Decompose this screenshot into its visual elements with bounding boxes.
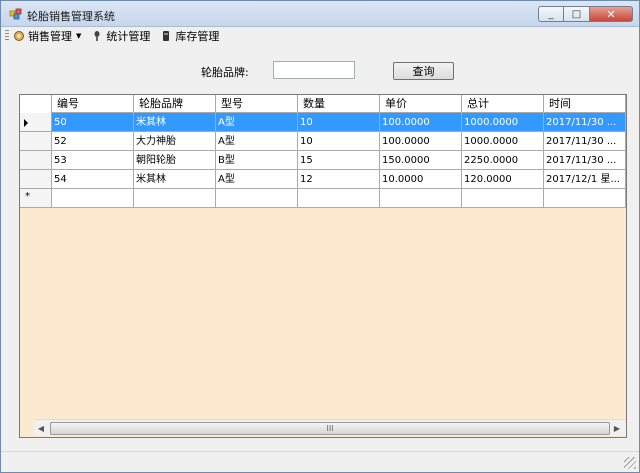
toolbar-grip-icon[interactable] <box>5 30 9 42</box>
table-cell[interactable]: 12 <box>298 170 380 189</box>
window-title: 轮胎销售管理系统 <box>27 10 115 23</box>
brand-search-input[interactable] <box>273 61 355 79</box>
table-cell[interactable]: 朝阳轮胎 <box>134 151 216 170</box>
column-header[interactable]: 轮胎品牌 <box>134 95 216 113</box>
table-cell[interactable]: 1000.0000 <box>462 113 544 132</box>
sales-data-grid[interactable]: 编号 轮胎品牌 型号 数量 单价 总计 时间 50 米其林 A型 10 100.… <box>19 94 627 438</box>
column-header[interactable]: 编号 <box>52 95 134 113</box>
row-header[interactable] <box>20 113 52 132</box>
table-cell[interactable] <box>52 189 134 208</box>
table-cell[interactable] <box>134 189 216 208</box>
table-cell[interactable]: 52 <box>52 132 134 151</box>
column-header[interactable]: 总计 <box>462 95 544 113</box>
row-header[interactable]: * <box>20 189 52 208</box>
grid-corner-header[interactable] <box>20 95 52 113</box>
minimize-icon: _ <box>548 8 554 20</box>
status-bar <box>1 451 639 472</box>
horizontal-scrollbar[interactable]: ◀ III ▶ <box>34 419 626 436</box>
table-cell[interactable]: 1000.0000 <box>462 132 544 151</box>
table-cell[interactable]: 2017/11/30 ... <box>544 151 626 170</box>
table-cell[interactable]: 100.0000 <box>380 113 462 132</box>
brand-label: 轮胎品牌: <box>201 66 249 79</box>
table-cell[interactable]: 大力神胎 <box>134 132 216 151</box>
query-button[interactable]: 查询 <box>393 62 454 80</box>
table-cell[interactable]: 10 <box>298 113 380 132</box>
table-cell[interactable]: 米其林 <box>134 170 216 189</box>
table-cell[interactable] <box>462 189 544 208</box>
menu-item-label: 库存管理 <box>175 30 220 43</box>
table-row[interactable]: 54 米其林 A型 12 10.0000 120.0000 2017/12/1 … <box>20 170 626 189</box>
app-icon <box>9 8 22 20</box>
table-row[interactable]: 53 朝阳轮胎 B型 15 150.0000 2250.0000 2017/11… <box>20 151 626 170</box>
scroll-left-icon[interactable]: ◀ <box>34 422 48 435</box>
maximize-button[interactable]: □ <box>564 6 590 22</box>
table-cell[interactable]: 50 <box>52 113 134 132</box>
new-row-icon: * <box>25 191 30 202</box>
title-bar[interactable]: 轮胎销售管理系统 _ □ ✕ <box>1 1 639 27</box>
close-icon: ✕ <box>606 7 616 21</box>
table-cell[interactable] <box>216 189 298 208</box>
table-cell[interactable]: 120.0000 <box>462 170 544 189</box>
column-header[interactable]: 型号 <box>216 95 298 113</box>
grid-header-row: 编号 轮胎品牌 型号 数量 单价 总计 时间 <box>20 95 626 113</box>
table-cell[interactable]: 54 <box>52 170 134 189</box>
table-cell[interactable]: 100.0000 <box>380 132 462 151</box>
row-header[interactable] <box>20 151 52 170</box>
menu-item-label: 统计管理 <box>106 30 151 43</box>
scrollbar-thumb[interactable]: III <box>50 422 610 435</box>
stats-icon <box>94 31 100 41</box>
inventory-icon <box>163 31 170 41</box>
current-row-icon <box>24 119 28 127</box>
table-cell[interactable]: 2250.0000 <box>462 151 544 170</box>
table-row[interactable]: 52 大力神胎 A型 10 100.0000 1000.0000 2017/11… <box>20 132 626 151</box>
resize-grip-icon[interactable] <box>624 457 636 469</box>
close-button[interactable]: ✕ <box>590 6 633 22</box>
table-cell[interactable]: A型 <box>216 132 298 151</box>
table-row[interactable]: 50 米其林 A型 10 100.0000 1000.0000 2017/11/… <box>20 113 626 132</box>
row-header[interactable] <box>20 170 52 189</box>
minimize-button[interactable]: _ <box>538 6 564 22</box>
menu-item-stats[interactable]: 统计管理 <box>91 28 150 44</box>
table-cell[interactable]: 2017/12/1 星... <box>544 170 626 189</box>
table-cell[interactable]: 10.0000 <box>380 170 462 189</box>
table-cell[interactable] <box>544 189 626 208</box>
main-window: 轮胎销售管理系统 _ □ ✕ 销售管理 ▼ 统计管理 库存管理 轮胎品牌: 查询… <box>0 0 640 473</box>
table-cell[interactable]: 53 <box>52 151 134 170</box>
column-header[interactable]: 单价 <box>380 95 462 113</box>
menu-item-label: 销售管理 <box>28 30 72 43</box>
table-cell[interactable]: 10 <box>298 132 380 151</box>
menu-item-inventory[interactable]: 库存管理 <box>160 28 219 44</box>
row-header[interactable] <box>20 132 52 151</box>
new-row[interactable]: * <box>20 189 626 208</box>
menu-bar: 销售管理 ▼ 统计管理 库存管理 <box>1 27 639 45</box>
table-cell[interactable]: 2017/11/30 ... <box>544 113 626 132</box>
scroll-right-icon[interactable]: ▶ <box>610 422 624 435</box>
sales-icon <box>14 31 24 41</box>
table-cell[interactable] <box>298 189 380 208</box>
column-header[interactable]: 数量 <box>298 95 380 113</box>
table-cell[interactable]: 米其林 <box>134 113 216 132</box>
chevron-down-icon: ▼ <box>76 32 82 40</box>
table-cell[interactable]: 15 <box>298 151 380 170</box>
maximize-icon: □ <box>571 8 582 20</box>
table-cell[interactable]: 2017/11/30 ... <box>544 132 626 151</box>
table-cell[interactable]: A型 <box>216 113 298 132</box>
window-controls: _ □ ✕ <box>538 6 633 23</box>
table-cell[interactable]: 150.0000 <box>380 151 462 170</box>
menu-item-sales[interactable]: 销售管理 ▼ <box>13 28 81 44</box>
table-cell[interactable]: A型 <box>216 170 298 189</box>
column-header[interactable]: 时间 <box>544 95 626 113</box>
table-cell[interactable]: B型 <box>216 151 298 170</box>
table-cell[interactable] <box>380 189 462 208</box>
